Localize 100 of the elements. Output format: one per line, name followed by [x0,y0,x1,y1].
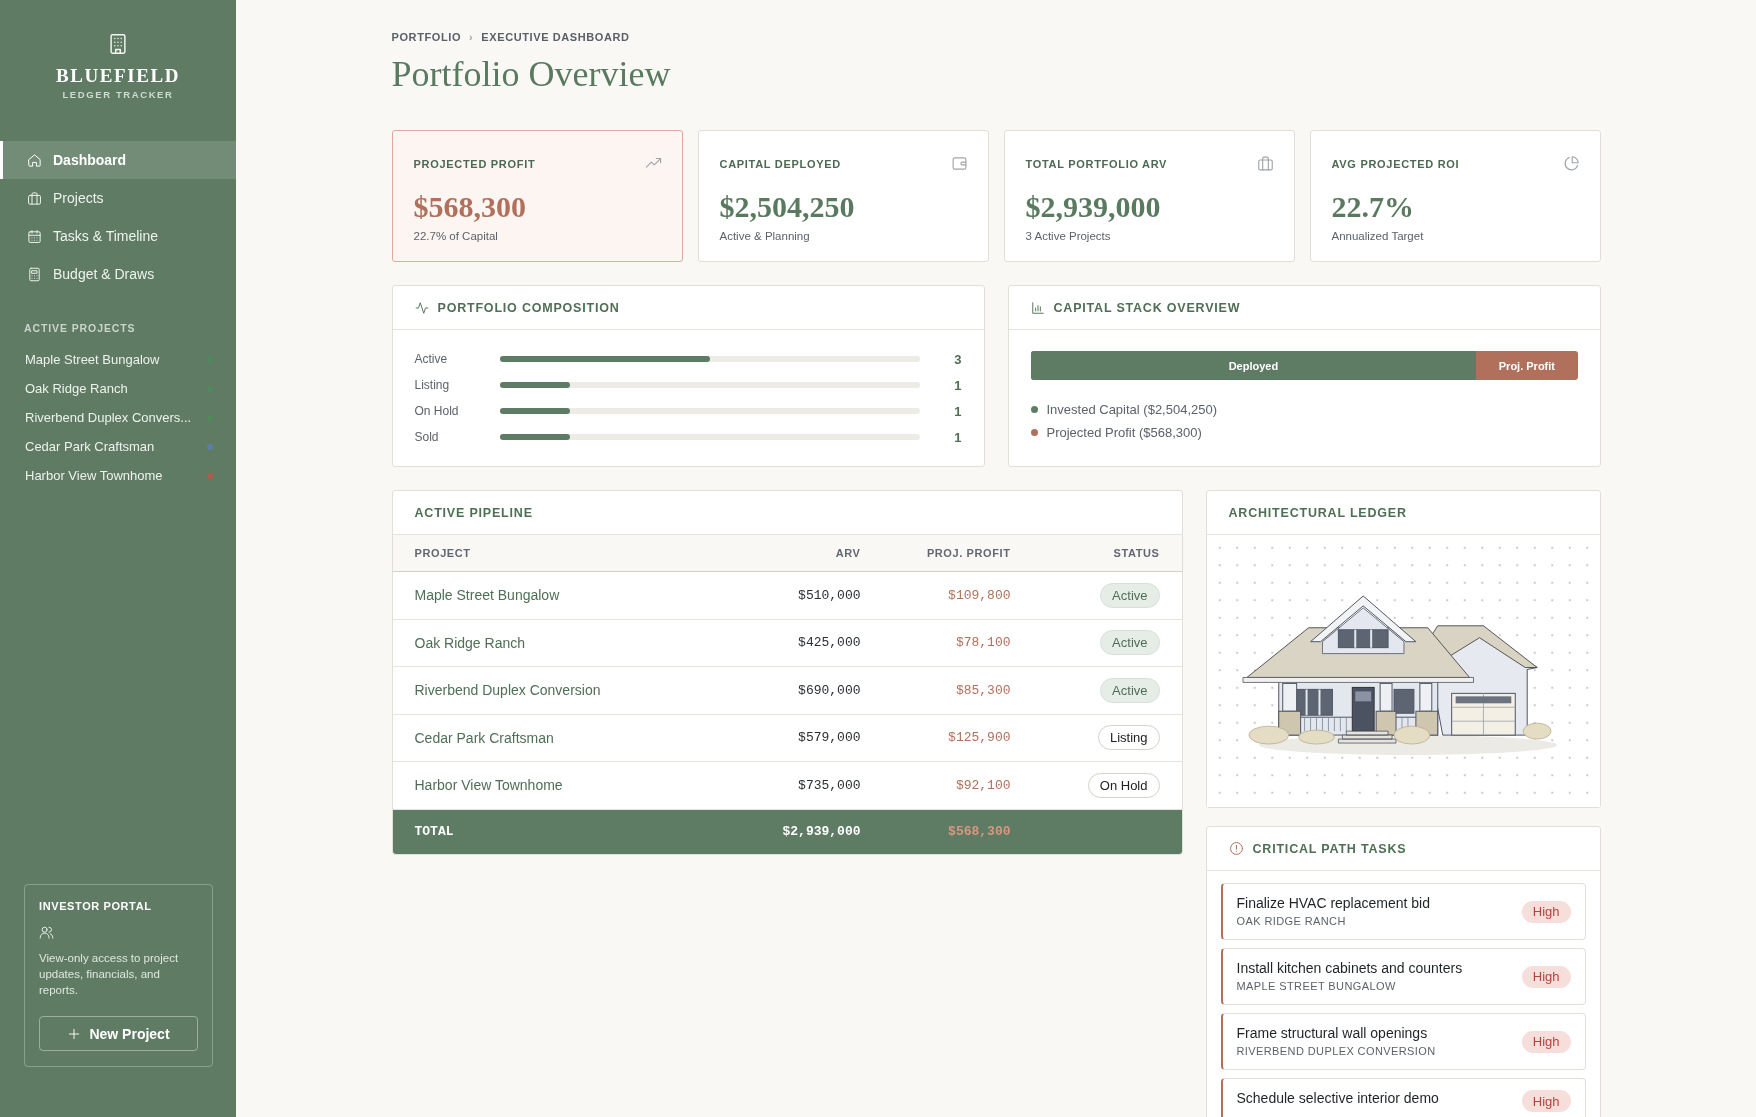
task-card[interactable]: Schedule selective interior demo High [1220,1078,1586,1117]
status-badge: On Hold [1087,772,1160,798]
composition-label: Listing [414,378,451,392]
total-value: $2,939,000 [781,824,861,839]
stat-note: Annualized Target [1331,229,1425,243]
task-project: RIVERBEND DUPLEX CONVERSION [1236,1045,1436,1058]
task-project: OAK RIDGE RANCH [1236,915,1347,928]
project-link[interactable]: Harbor View Townhome [0,461,236,490]
new-project-button[interactable]: New Project [39,1016,198,1051]
column-header: PROJ. PROFIT [925,547,1011,559]
status-badge: Active [1100,630,1160,656]
project-link[interactable]: Oak Ridge Ranch [0,374,236,403]
stat-label: TOTAL PORTFOLIO ARV [1025,156,1168,171]
project-link[interactable]: Cedar Park Craftsman [414,729,554,746]
legend-label: Invested Capital ($2,504,250) [1046,402,1218,417]
stat-label: AVG PROJECTED ROI [1331,156,1460,171]
pie-chart-icon [1562,155,1580,172]
table-cell-text: $125,900 [947,730,1011,746]
brand-name: BLUEFIELD [55,65,181,87]
panel-title: ACTIVE PIPELINE [414,505,533,520]
task-title: Schedule selective interior demo [1236,1090,1439,1107]
section-heading: ACTIVE PROJECTS [24,322,137,334]
panel-title: CRITICAL PATH TASKS [1252,841,1407,856]
stat-note: Active & Planning [719,229,811,243]
status-badge: Listing [1097,725,1160,751]
panel-title: CAPITAL STACK OVERVIEW [1053,300,1241,315]
task-project: MAPLE STREET BUNGALOW [1236,980,1397,993]
portal-description: View-only access to project updates, financials, and reports. [39,951,180,998]
legend-label: Projected Profit ($568,300) [1046,425,1202,440]
breadcrumb-separator: › [469,30,474,44]
stat-value: $2,504,250 [719,189,856,225]
status-badge: Active [1100,582,1160,608]
nav-item[interactable]: Budget & Draws [0,255,236,293]
project-link[interactable]: Riverbend Duplex Convers... [0,403,236,432]
building-icon [107,31,129,57]
task-card[interactable]: Frame structural wall openings RIVERBEND DUPLEX CONVERSION High [1220,1013,1586,1070]
briefcase-icon [1256,155,1274,172]
panel-title: PORTFOLIO COMPOSITION [437,300,620,315]
bar-chart-icon [1030,300,1045,315]
composition-label: Active [414,352,449,366]
task-title: Finalize HVAC replacement bid [1236,895,1430,912]
project-link[interactable]: Oak Ridge Ranch [414,634,525,651]
alert-icon [1228,841,1244,856]
composition-count: 1 [953,403,962,419]
segment-label: Proj. Profit [1497,359,1556,372]
table-cell-text: $579,000 [797,730,861,746]
table-cell-text: $425,000 [797,635,861,651]
nav-item[interactable]: Tasks & Timeline [0,217,236,255]
briefcase-icon [27,190,42,206]
nav-item[interactable]: Dashboard [0,141,236,179]
plus-icon [67,1026,82,1041]
column-header: ARV [834,547,861,559]
project-link[interactable]: Maple Street Bungalow [414,587,560,604]
total-value: $568,300 [947,824,1011,839]
table-cell-text: $690,000 [797,682,861,698]
table-cell-text: $735,000 [797,777,861,793]
calendar-icon [27,228,42,244]
stat-note: 3 Active Projects [1025,229,1112,243]
task-card[interactable]: Install kitchen cabinets and counters MAPLE STREET BUNGALOW High [1220,948,1586,1005]
project-link[interactable]: Harbor View Townhome [414,777,563,794]
column-header: STATUS [1112,547,1160,559]
wallet-icon [950,155,968,172]
stat-label: PROJECTED PROFIT [413,156,536,171]
breadcrumb-link[interactable]: PORTFOLIO [391,30,462,44]
project-link[interactable]: Cedar Park Craftsman [0,432,236,461]
composition-count: 3 [953,351,962,367]
breadcrumb-link[interactable]: EXECUTIVE DASHBOARD [481,30,630,44]
stat-value: $568,300 [413,189,527,225]
panel-title: ARCHITECTURAL LEDGER [1228,505,1407,520]
task-card[interactable]: Finalize HVAC replacement bid OAK RIDGE RANCH High [1220,883,1586,940]
column-header: PROJECT [414,547,472,559]
page-title: Portfolio Overview [391,53,672,96]
task-title: Frame structural wall openings [1236,1025,1429,1042]
priority-badge: High [1521,1030,1571,1053]
nav-item[interactable]: Projects [0,179,236,217]
total-label: TOTAL [414,824,455,839]
table-cell-text: $78,100 [954,635,1011,651]
table-cell-text: $510,000 [797,587,861,603]
brand-tagline: LEDGER TRACKER [62,89,174,100]
status-badge: Active [1100,677,1160,703]
stat-note: 22.7% of Capital [413,229,499,243]
table-cell-text: $85,300 [954,682,1011,698]
priority-badge: High [1521,965,1571,988]
stat-value: $2,939,000 [1025,189,1162,225]
stack-bar-fill: Deployed [1030,351,1477,380]
stat-label: CAPITAL DEPLOYED [719,156,841,171]
project-link[interactable]: Maple Street Bungalow [0,345,236,374]
activity-icon [414,300,429,315]
composition-count: 1 [953,377,962,393]
portal-title: INVESTOR PORTAL [39,899,153,913]
table-cell-text: $109,800 [947,587,1011,603]
composition-label: Sold [414,430,440,444]
stat-value: 22.7% [1331,189,1415,225]
users-icon [39,925,54,940]
table-cell-text: $92,100 [954,777,1011,793]
project-link[interactable]: Riverbend Duplex Conversion [414,682,601,699]
priority-badge: High [1521,900,1571,923]
priority-badge: High [1521,1090,1571,1112]
composition-label: On Hold [414,404,460,418]
calculator-icon [27,266,42,282]
